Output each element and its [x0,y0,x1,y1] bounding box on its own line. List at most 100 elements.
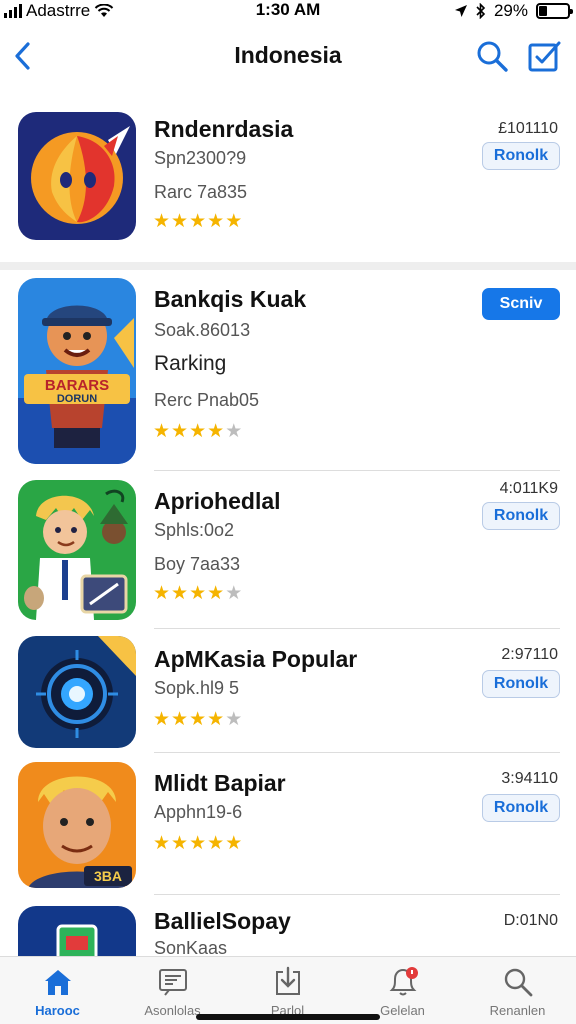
star-empty-icon: ★ [225,709,244,730]
get-button[interactable]: Ronolk [482,794,560,822]
search-button[interactable] [474,38,510,74]
status-right: 29% [454,0,573,22]
app-name: Mlidt Bapiar [154,770,286,796]
app-subtitle: Sphls:0o2 [154,520,235,540]
app-subtitle: Soak.86013 [154,320,251,340]
wifi-icon [95,4,114,17]
notification-icon [386,965,420,999]
app-name: BallielSopay [154,908,291,934]
carrier-label: Adastrre [26,1,91,20]
app-category: Rarking [154,352,227,375]
star-empty-icon: ★ [225,421,244,442]
icon-text: 3BA [94,868,122,884]
get-button[interactable]: Ronolk [482,142,560,170]
section-divider [0,262,576,270]
star-filled-icon: ★ [207,421,226,442]
tab-label: Renanlen [489,1003,546,1018]
app-name: Rndenrdasia [154,116,294,142]
star-filled-icon: ★ [153,583,172,604]
row-divider [154,470,560,471]
status-bar: Adastrre 1:30 AM 29% [0,0,576,22]
app-icon-bird [18,112,136,240]
star-filled-icon: ★ [171,211,190,232]
star-filled-icon: ★ [153,833,172,854]
get-button[interactable]: Ronolk [482,670,560,698]
get-button[interactable]: Ronolk [482,502,560,530]
rating-stars: ★★★★★ [153,582,243,605]
row-divider [154,628,560,629]
rating-stars: ★★★★★ [153,708,243,731]
status-left: Adastrre [4,0,114,22]
app-subtitle: Sopk.hl9 5 [154,678,240,698]
app-name: Apriohedlal [154,488,281,514]
app-detail: Rerc Pnab05 [154,390,260,410]
app-subtitle: Apphn19-6 [154,802,243,822]
tab-search[interactable]: Renanlen [460,957,575,1024]
list-item[interactable]: 3BA Mlidt Bapiar Apphn19-6 ★★★★★ 3:94110… [0,756,576,890]
star-filled-icon: ★ [207,709,226,730]
list-item[interactable]: Rndenrdasia Spn2300?9 Rarc 7a835 ★★★★★ £… [0,96,576,256]
app-name: Bankqis Kuak [154,286,307,312]
app-icon-runner: BARARS DORUN [18,278,136,464]
app-detail: Boy 7aa33 [154,554,241,574]
app-icon-wallet [18,906,136,956]
row-divider [154,752,560,753]
star-filled-icon: ★ [207,583,226,604]
list-item[interactable]: Apriohedlal Sphls:0o2 Boy 7aa33 ★★★★★ 4:… [0,474,576,624]
app-detail: Rarc 7a835 [154,182,248,202]
star-filled-icon: ★ [153,421,172,442]
bluetooth-icon [476,3,486,19]
star-filled-icon: ★ [189,833,208,854]
signal-icon [4,4,22,18]
battery-icon [536,3,573,19]
star-filled-icon: ★ [225,211,244,232]
list-item[interactable]: BallielSopay SonKaas D:01N0 [0,900,576,956]
compose-icon [528,41,561,72]
tab-home[interactable]: Harooc [0,957,115,1024]
star-filled-icon: ★ [189,421,208,442]
app-size: 4:011K9 [499,480,558,497]
icon-text: BARARS [45,377,109,394]
app-icon-face: 3BA [18,762,136,888]
star-filled-icon: ★ [207,833,226,854]
star-empty-icon: ★ [225,583,244,604]
app-size: D:01N0 [503,912,558,929]
nav-bar: Indonesia [0,28,576,84]
download-icon [271,965,305,999]
search-icon [477,41,508,72]
rating-stars: ★★★★★ [153,210,243,233]
star-filled-icon: ★ [225,833,244,854]
star-filled-icon: ★ [189,211,208,232]
app-subtitle: Spn2300?9 [154,148,247,168]
battery-percent: 29% [493,1,528,20]
app-size: 3:94110 [501,770,558,787]
rating-stars: ★★★★★ [153,832,243,855]
list-item[interactable]: BARARS DORUN Bankqis Kuak Soak.86013 Rar… [0,270,576,470]
star-filled-icon: ★ [171,833,190,854]
get-button[interactable]: Scniv [482,288,560,320]
app-icon-lens [18,636,136,748]
news-icon [156,965,190,999]
battery-fill [539,6,548,16]
app-subtitle: SonKaas [154,938,228,956]
app-icon-character [18,480,136,620]
home-icon [41,965,75,999]
app-store-screen: Adastrre 1:30 AM 29% Indonesia Rndenrdas… [0,0,576,1024]
search-icon [501,965,535,999]
location-arrow-icon [454,5,467,17]
star-filled-icon: ★ [153,709,172,730]
star-filled-icon: ★ [153,211,172,232]
star-filled-icon: ★ [189,583,208,604]
rating-stars: ★★★★★ [153,420,243,443]
tab-label: Asonlolas [144,1003,201,1018]
app-size: £101110 [498,120,558,137]
list-item[interactable]: ApMKasia Popular Sopk.hl9 5 ★★★★★ 2:9711… [0,632,576,752]
compose-button[interactable] [526,38,562,74]
tab-label: Harooc [35,1003,80,1018]
app-size: 2:97110 [501,646,558,663]
star-filled-icon: ★ [171,583,190,604]
star-filled-icon: ★ [171,709,190,730]
star-filled-icon: ★ [207,211,226,232]
tab-label: Gelelan [380,1003,425,1018]
home-indicator[interactable] [196,1014,380,1020]
